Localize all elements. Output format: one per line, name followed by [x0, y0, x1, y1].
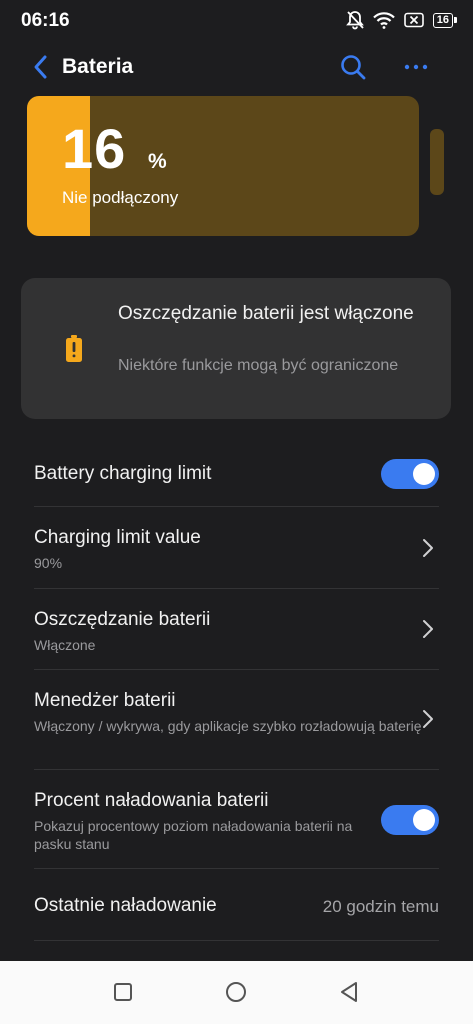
toggle-knob	[413, 809, 435, 831]
setting-charging-limit[interactable]: Battery charging limit	[0, 446, 473, 506]
search-icon[interactable]	[339, 53, 367, 81]
square-icon[interactable]	[108, 977, 138, 1007]
bell-off-icon	[345, 11, 364, 30]
battery-state: Nie podłączony	[62, 188, 179, 207]
more-icon[interactable]	[402, 55, 430, 79]
chevron-right-icon	[423, 539, 433, 557]
setting-battery-percent[interactable]: Procent naładowania baterii Pokazuj proc…	[0, 770, 473, 868]
triangle-back-icon[interactable]	[335, 977, 365, 1007]
battery-level: 16	[62, 117, 127, 180]
status-battery-level: 16	[432, 12, 453, 28]
battery-percent-label: Procent naładowania baterii	[34, 790, 269, 811]
battery-manager-value: Włączony / wykrywa, gdy aplikacje szybko…	[34, 718, 422, 734]
saver-card-title: Oszczędzanie baterii jest włączone	[118, 303, 414, 324]
charging-limit-toggle[interactable]	[381, 459, 439, 489]
wifi-icon	[372, 12, 395, 29]
battery-icon: 16	[432, 12, 457, 28]
status-bar: 06:16 16	[0, 0, 473, 40]
charging-limit-label: Battery charging limit	[34, 463, 212, 484]
battery-unit: %	[148, 150, 167, 173]
circle-icon[interactable]	[221, 977, 251, 1007]
status-time: 06:16	[21, 10, 70, 31]
chevron-right-icon	[423, 620, 433, 638]
limit-value-value: 90%	[34, 555, 63, 571]
sim-off-icon	[403, 12, 424, 28]
saver-card-subtitle: Niektóre funkcje mogą być ograniczone	[118, 357, 399, 374]
battery-saver-icon	[66, 335, 82, 362]
battery-tip	[454, 17, 457, 23]
battery-saver-card[interactable]: Oszczędzanie baterii jest włączone Niekt…	[21, 278, 451, 419]
back-arrow-icon[interactable]	[30, 52, 52, 82]
battery-saver-value: Włączone	[34, 637, 96, 653]
battery-percent-value: Pokazuj procentowy poziom naładowania ba…	[34, 818, 353, 852]
setting-battery-manager[interactable]: Menedżer baterii Włączony / wykrywa, gdy…	[0, 670, 473, 769]
battery-nub	[430, 129, 444, 195]
toggle-knob	[413, 463, 435, 485]
page-title: Bateria	[62, 55, 134, 78]
navigation-bar	[0, 961, 473, 1024]
app-header: Bateria	[0, 44, 473, 90]
battery-saver-label: Oszczędzanie baterii	[34, 609, 211, 630]
last-charge-value: 20 godzin temu	[322, 897, 439, 916]
battery-percent-toggle[interactable]	[381, 805, 439, 835]
status-icons: 16	[345, 10, 457, 30]
setting-battery-saver[interactable]: Oszczędzanie baterii Włączone	[0, 589, 473, 669]
battery-manager-label: Menedżer baterii	[34, 690, 176, 711]
setting-limit-value[interactable]: Charging limit value 90%	[0, 507, 473, 588]
setting-last-charge: Ostatnie naładowanie 20 godzin temu	[0, 869, 473, 941]
limit-value-label: Charging limit value	[34, 527, 201, 548]
divider	[34, 940, 439, 941]
chevron-right-icon	[423, 710, 433, 728]
last-charge-label: Ostatnie naładowanie	[34, 895, 217, 916]
